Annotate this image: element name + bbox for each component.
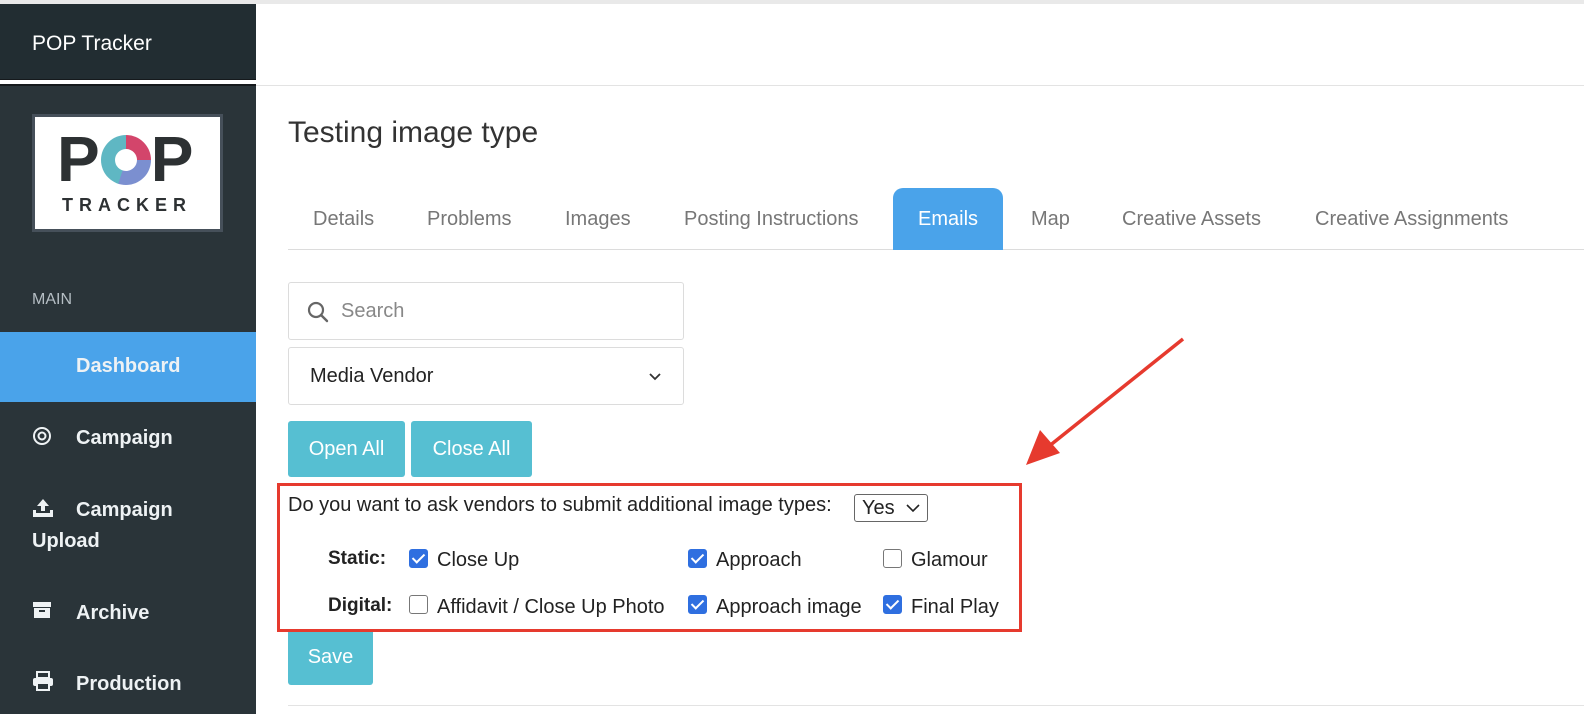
sidebar-item-label: Archive — [76, 602, 150, 624]
sidebar-item-label: Production — [76, 673, 182, 695]
tab-bar: Details Problems Images Posting Instruct… — [288, 188, 1584, 250]
brand-bar: POP Tracker — [0, 0, 256, 80]
checkbox-label: Approach image — [716, 596, 862, 618]
sidebar-item-label: Campaign — [76, 427, 173, 449]
top-navbar — [256, 0, 1584, 86]
pop-tracker-logo[interactable]: PP TRACKER — [32, 114, 223, 232]
checkbox-static-approach[interactable] — [688, 549, 707, 568]
open-all-button[interactable]: Open All — [288, 421, 405, 477]
sidebar-section-label: MAIN — [32, 291, 72, 308]
checkbox-digital-approach-image[interactable] — [688, 595, 707, 614]
checkbox-label: Approach — [716, 549, 802, 571]
vendor-type-select[interactable]: Media Vendor — [288, 347, 684, 405]
checkbox-digital-affidavit[interactable] — [409, 595, 428, 614]
checkbox-label: Glamour — [911, 549, 988, 571]
digital-row-label: Digital: — [328, 595, 393, 616]
tab-map[interactable]: Map — [1006, 188, 1095, 250]
tab-posting-instructions[interactable]: Posting Instructions — [659, 188, 884, 250]
annotation-arrow-icon — [1026, 337, 1185, 465]
sidebar-item-label: Dashboard — [76, 355, 181, 377]
sidebar-item-dashboard[interactable]: Dashboard — [0, 332, 256, 402]
checkbox-label: Affidavit / Close Up Photo — [437, 596, 665, 618]
tab-images[interactable]: Images — [540, 188, 656, 250]
chevron-down-icon — [647, 368, 663, 384]
logo-wordmark: PP — [57, 123, 195, 195]
additional-image-types-question: Do you want to ask vendors to submit add… — [288, 494, 832, 516]
checkbox-label: Final Play — [911, 596, 999, 618]
search-icon — [307, 301, 329, 323]
checkbox-static-glamour[interactable] — [883, 549, 902, 568]
upload-icon — [32, 498, 53, 518]
vendor-type-value: Media Vendor — [310, 365, 434, 387]
search-input[interactable] — [341, 293, 661, 329]
close-all-button[interactable]: Close All — [411, 421, 532, 477]
tab-creative-assignments[interactable]: Creative Assignments — [1290, 188, 1533, 250]
printer-icon — [32, 671, 53, 691]
divider — [288, 705, 1584, 706]
static-row-label: Static: — [328, 548, 387, 569]
target-icon — [32, 426, 52, 446]
app-brand[interactable]: POP Tracker — [32, 32, 152, 56]
tab-emails[interactable]: Emails — [893, 188, 1004, 250]
checkbox-label: Close Up — [437, 549, 520, 571]
sidebar: PP TRACKER MAIN Dashboard Campaign Campa… — [0, 84, 256, 714]
logo-subtitle: TRACKER — [62, 195, 192, 215]
checkbox-static-close-up[interactable] — [409, 549, 428, 568]
sidebar-item-label-cont: Upload — [32, 530, 100, 552]
search-field[interactable] — [288, 282, 684, 340]
tab-creative-assets[interactable]: Creative Assets — [1097, 188, 1286, 250]
save-button[interactable]: Save — [288, 629, 373, 685]
additional-image-types-value: Yes — [862, 497, 895, 519]
additional-image-types-select[interactable]: Yes — [854, 494, 928, 522]
tab-problems[interactable]: Problems — [402, 188, 536, 250]
page-title: Testing image type — [288, 116, 539, 149]
sidebar-item-label: Campaign — [76, 499, 173, 521]
archive-icon — [32, 600, 52, 620]
checkbox-digital-final-play[interactable] — [883, 595, 902, 614]
chevron-down-icon — [905, 501, 921, 515]
logo-o-icon — [100, 135, 151, 185]
tab-details[interactable]: Details — [288, 188, 399, 250]
